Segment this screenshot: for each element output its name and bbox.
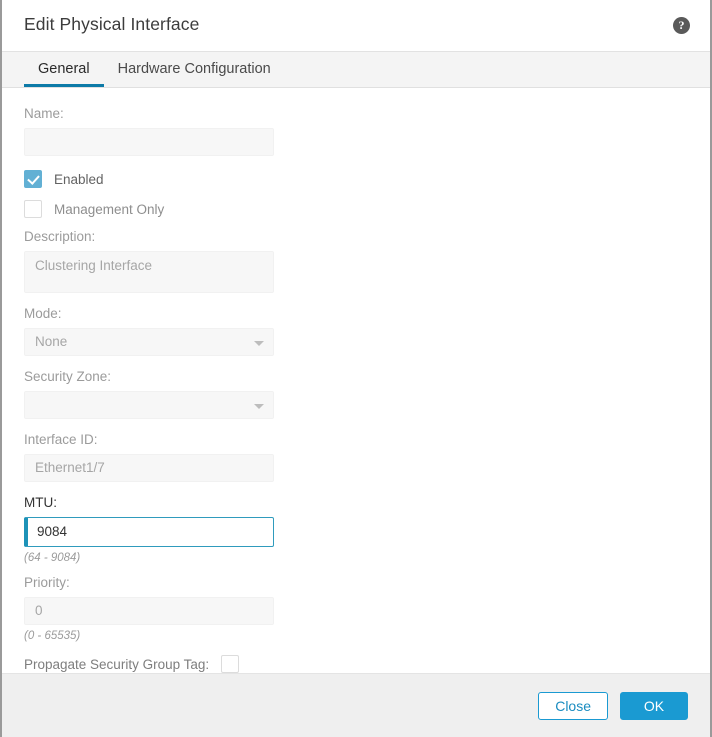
edit-physical-interface-dialog: Edit Physical Interface ? General Hardwa… (0, 0, 712, 737)
chevron-down-icon (254, 404, 264, 409)
security-zone-label: Security Zone: (24, 369, 112, 384)
page-title: Edit Physical Interface (24, 14, 200, 34)
help-circle-icon[interactable]: ? (673, 17, 690, 34)
description-input[interactable]: Clustering Interface (24, 251, 274, 293)
mode-select[interactable]: None (24, 328, 274, 356)
management-only-label: Management Only (54, 201, 165, 217)
enabled-row: Enabled (24, 168, 284, 190)
interface-id-input[interactable]: Ethernet1/7 (24, 454, 274, 482)
enabled-checkbox[interactable] (24, 170, 42, 188)
dialog-body: Name: Enabled Management Only Descriptio… (2, 88, 710, 673)
tab-hardware-configuration[interactable]: Hardware Configuration (104, 61, 285, 87)
mode-value: None (35, 334, 68, 349)
chevron-down-icon (254, 341, 264, 346)
tab-bar: General Hardware Configuration (2, 51, 710, 88)
priority-hint: (0 - 65535) (24, 630, 81, 642)
description-label: Description: (24, 229, 96, 244)
interface-id-label: Interface ID: (24, 432, 98, 447)
name-label: Name: (24, 106, 64, 121)
management-only-checkbox[interactable] (24, 200, 42, 218)
mtu-hint: (64 - 9084) (24, 552, 81, 564)
dialog-header: Edit Physical Interface ? (2, 0, 710, 51)
management-only-row: Management Only (24, 198, 284, 220)
close-button[interactable]: Close (538, 691, 608, 720)
mode-label: Mode: (24, 306, 62, 321)
propagate-sgt-checkbox[interactable] (221, 655, 240, 673)
security-zone-select[interactable] (24, 391, 274, 419)
ok-button[interactable]: OK (620, 691, 688, 720)
enabled-label: Enabled (54, 171, 104, 187)
name-input[interactable] (24, 128, 274, 156)
mtu-label: MTU: (24, 495, 57, 510)
mtu-input[interactable]: 9084 (24, 517, 274, 547)
priority-label: Priority: (24, 575, 70, 590)
priority-input[interactable]: 0 (24, 597, 274, 625)
dialog-footer: Close OK (2, 673, 710, 737)
propagate-sgt-row: Propagate Security Group Tag: (24, 652, 284, 673)
general-form: Name: Enabled Management Only Descriptio… (24, 105, 284, 673)
propagate-sgt-label: Propagate Security Group Tag: (24, 656, 210, 672)
tab-general[interactable]: General (24, 61, 104, 87)
